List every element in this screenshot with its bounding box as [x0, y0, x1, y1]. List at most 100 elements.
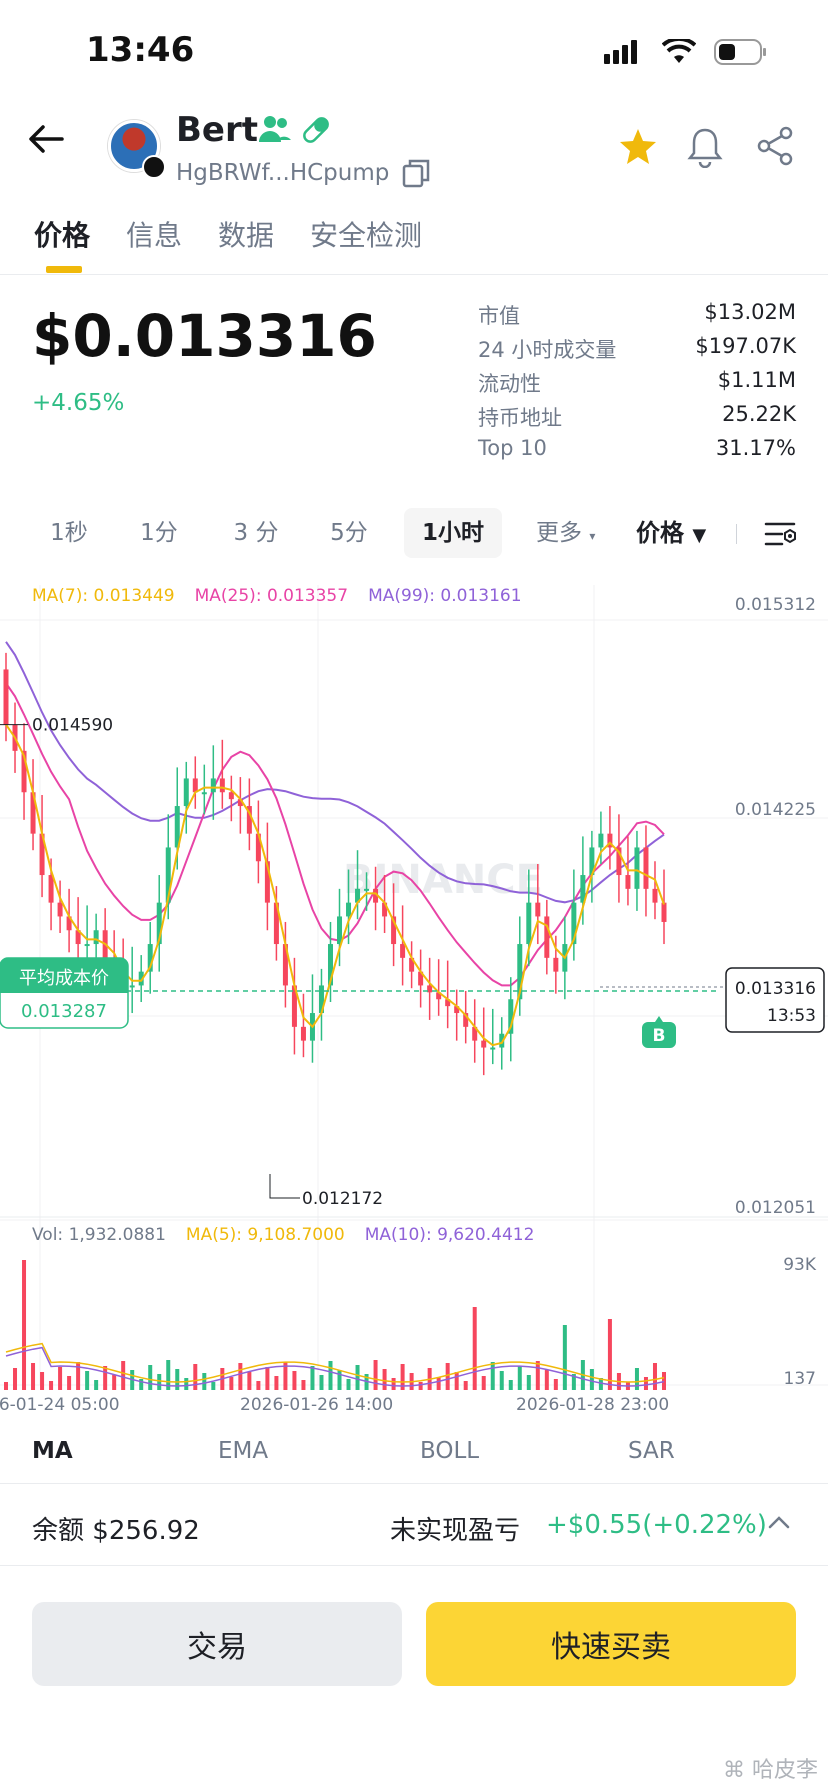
tab-data[interactable]: 数据 [218, 214, 274, 254]
community-icon[interactable] [258, 114, 292, 144]
volume-bar [643, 1377, 648, 1390]
volume-bar [274, 1376, 279, 1390]
volume-bar [94, 1380, 99, 1390]
volume-bar [49, 1381, 54, 1390]
volume-bar [157, 1374, 162, 1390]
volume-bar [265, 1367, 270, 1390]
wifi-icon [662, 39, 696, 63]
volume-bar [517, 1366, 522, 1390]
current-price: $0.013316 [32, 302, 377, 370]
x-tick-label: 2026-01-28 23:00 [516, 1395, 669, 1410]
stat-value: $197.07K [695, 334, 796, 358]
tab-security[interactable]: 安全检测 [310, 214, 422, 254]
volume-legend: Vol: 1,932.0881 MA(5): 9,108.7000 MA(10)… [32, 1225, 534, 1245]
candle-body [48, 875, 54, 903]
stat-value: 31.17% [715, 436, 796, 460]
y-tick-label: 0.012051 [735, 1198, 816, 1218]
interval-1m[interactable]: 1分 [124, 508, 194, 558]
volume-bar [202, 1373, 207, 1390]
stat-label: 市值 [478, 304, 520, 328]
indicator-boll[interactable]: BOLL [420, 1438, 479, 1464]
candle-body [84, 944, 90, 947]
stat-row-liquidity: 流动性 $1.11M [478, 368, 796, 402]
interval-5m[interactable]: 5分 [312, 508, 386, 558]
volume-bar [463, 1381, 468, 1390]
candle-body [598, 833, 604, 848]
volume-bar [175, 1369, 180, 1390]
chart-type-dropdown[interactable]: 价格 ▼ [636, 508, 706, 558]
ma-legend: MA(7): 0.013449 MA(25): 0.013357 MA(99):… [32, 586, 522, 606]
back-arrow-icon[interactable] [28, 124, 64, 154]
stat-row-holders: 持币地址 25.22K [478, 402, 796, 436]
solana-chain-icon [142, 155, 166, 179]
stat-label: 流动性 [478, 372, 541, 396]
tab-price[interactable]: 价格 [34, 214, 90, 254]
chart-overlay: 0.015312 0.014225 0.012051 0.014590 0.012172… [0, 595, 825, 1410]
price-change-percent: +4.65% [32, 390, 125, 416]
indicator-ema[interactable]: EMA [218, 1438, 268, 1464]
candle-body [625, 875, 631, 889]
current-price-label: 0.013316 [735, 979, 816, 999]
price-chart[interactable]: BINANCE 0.015312 0.014225 0.012051 0.014590… [0, 580, 828, 1410]
candle-body [219, 778, 225, 793]
volume-bar [634, 1368, 639, 1390]
chevron-up-icon[interactable] [768, 1514, 790, 1530]
quick-trade-button[interactable]: 快速买卖 [426, 1602, 796, 1686]
volume-bar [22, 1260, 27, 1390]
volume-bar [499, 1371, 504, 1390]
indicator-ma[interactable]: MA [32, 1438, 73, 1464]
volume-bar [256, 1381, 261, 1390]
candle-body [400, 944, 406, 958]
stat-value: $1.11M [717, 368, 796, 392]
ma99-path [5, 641, 665, 904]
volume-bar [292, 1371, 297, 1390]
trade-button[interactable]: 交易 [32, 1602, 402, 1686]
volume-bar [662, 1372, 666, 1390]
low-price-label: 0.012172 [302, 1189, 383, 1209]
high-price-label: 0.014590 [32, 716, 113, 736]
alert-bell-icon[interactable] [686, 126, 724, 168]
volume-bar [418, 1382, 423, 1390]
ma99-line [5, 641, 665, 904]
vol-ma5-legend: MA(5): 9,108.7000 [185, 1225, 345, 1245]
chart-settings-icon[interactable] [764, 520, 798, 548]
battery-icon [714, 39, 766, 65]
ma25-legend: MA(25): 0.013357 [194, 586, 349, 606]
volume-bar [607, 1319, 612, 1390]
share-icon[interactable] [756, 126, 794, 166]
y-tick-label: 0.014225 [735, 800, 816, 820]
weibo-icon: ⌘ [722, 1758, 745, 1783]
candle-body [93, 930, 99, 945]
interval-1s[interactable]: 1秒 [34, 508, 104, 558]
candle-body [337, 916, 343, 945]
volume-bar [544, 1370, 549, 1390]
volume-bar [211, 1382, 216, 1390]
divider [0, 1565, 828, 1566]
volume-bar [148, 1365, 153, 1390]
binance-watermark: BINANCE [343, 857, 543, 903]
interval-more[interactable]: 更多 ▾ [520, 508, 612, 558]
candle-body [183, 778, 189, 807]
volume-bar [373, 1360, 378, 1390]
vol-legend: Vol: 1,932.0881 [32, 1225, 166, 1245]
volume-bar [535, 1361, 540, 1390]
volume-bar [103, 1366, 108, 1390]
copy-icon[interactable] [402, 158, 430, 188]
interval-3m[interactable]: 3 分 [216, 508, 296, 558]
stat-label: 24 小时成交量 [478, 338, 617, 362]
volume-bar [481, 1376, 486, 1390]
candle-body [553, 957, 559, 972]
volume-tick-label: 93K [783, 1255, 817, 1275]
volume-tick-label: 137 [784, 1369, 816, 1389]
y-tick-label: 0.015312 [735, 595, 816, 615]
volume-bar [382, 1369, 387, 1390]
interval-1h[interactable]: 1小时 [404, 508, 502, 558]
tab-info[interactable]: 信息 [126, 214, 182, 254]
favorite-star-icon[interactable] [618, 128, 658, 166]
volume-bar [472, 1307, 477, 1390]
stat-label: 持币地址 [478, 406, 562, 430]
volume-bar [58, 1367, 63, 1390]
x-tick-label: 26-01-24 05:00 [0, 1395, 120, 1410]
status-icons [604, 38, 768, 66]
indicator-sar[interactable]: SAR [628, 1438, 675, 1464]
